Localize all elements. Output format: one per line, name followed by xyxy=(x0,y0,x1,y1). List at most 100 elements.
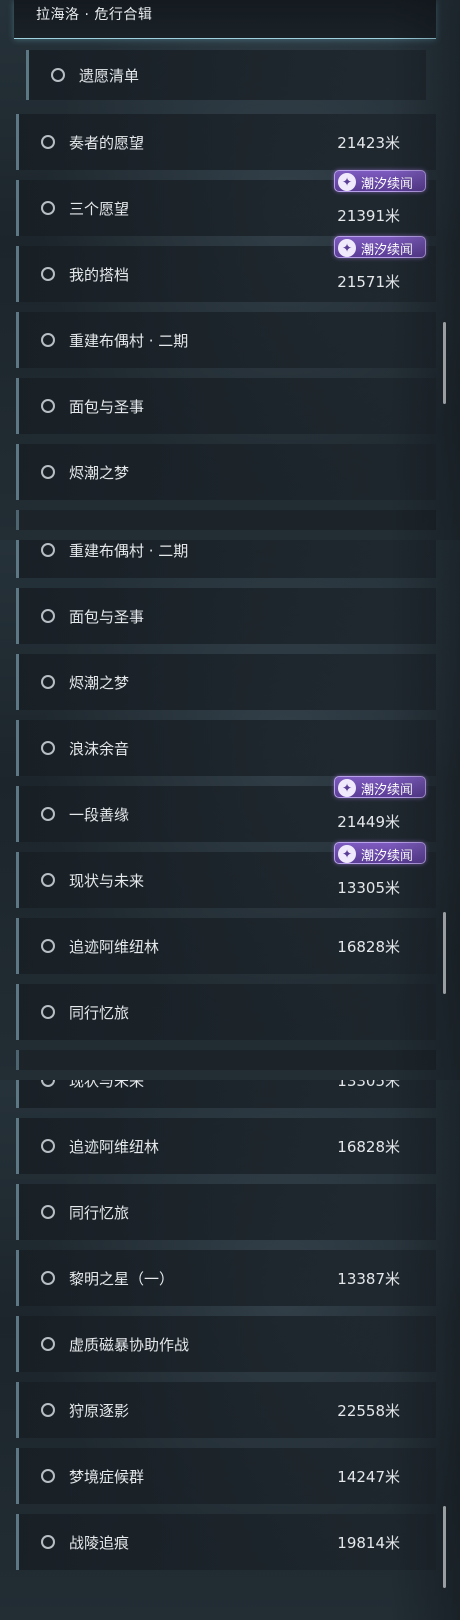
quest-item[interactable]: 重建布偶村 · 二期 xyxy=(16,312,436,368)
status-circle-icon xyxy=(41,609,55,623)
quest-name: 烬潮之梦 xyxy=(69,674,130,692)
tidal-tale-badge: ✦ 潮汐续闻 xyxy=(334,776,426,798)
tidal-tale-badge: ✦ 潮汐续闻 xyxy=(334,842,426,864)
quest-name: 三个愿望 xyxy=(69,200,130,218)
quest-distance: 19814米 xyxy=(337,1534,400,1552)
quest-name: 追迹阿维纽林 xyxy=(69,938,160,956)
quest-name: 一段善缘 xyxy=(69,806,130,824)
badge-label: 潮汐续闻 xyxy=(361,783,414,798)
quest-list-panel-3: 现状与未来 13305米 追迹阿维纽林 16828米 同行忆旅 黎明之星（一） … xyxy=(0,1080,460,1620)
quest-name: 奏者的愿望 xyxy=(69,134,145,152)
status-circle-icon xyxy=(41,465,55,479)
quest-item[interactable]: 黎明之星（一） 13387米 xyxy=(16,1250,436,1306)
sparkle-icon: ✦ xyxy=(338,239,356,257)
quest-name: 烬潮之梦 xyxy=(69,464,130,482)
status-circle-icon xyxy=(41,873,55,887)
badge-label: 潮汐续闻 xyxy=(361,177,414,192)
badge-label: 潮汐续闻 xyxy=(361,243,414,258)
quest-item[interactable]: 梦境症候群 14247米 xyxy=(16,1448,436,1504)
quest-item[interactable]: 奏者的愿望 21423米 xyxy=(16,114,436,170)
status-circle-icon xyxy=(41,675,55,689)
status-circle-icon xyxy=(51,68,65,82)
badge-label: 潮汐续闻 xyxy=(361,849,414,864)
quest-item[interactable]: 战陵追痕 19814米 xyxy=(16,1514,436,1570)
quest-item[interactable]: 追迹阿维纽林 16828米 xyxy=(16,1118,436,1174)
quest-list-panel-2: 重建布偶村 · 二期 面包与圣事 烬潮之梦 浪沫余音 一段善缘 21449米 ✦… xyxy=(0,540,460,1080)
quest-name: 面包与圣事 xyxy=(69,608,145,626)
quest-distance: 13305米 xyxy=(337,1080,400,1090)
sparkle-icon: ✦ xyxy=(338,779,356,797)
quest-item-partial[interactable] xyxy=(16,510,436,530)
status-circle-icon xyxy=(41,807,55,821)
status-circle-icon xyxy=(41,741,55,755)
quest-distance: 21391米 xyxy=(337,207,400,225)
quest-name: 现状与未来 xyxy=(69,872,145,890)
quest-list-panel-1: 拉海洛 · 危行合辑 遗愿清单 奏者的愿望 21423米 三个愿望 21391米… xyxy=(0,0,460,540)
region-title: 拉海洛 · 危行合辑 xyxy=(36,7,153,23)
quest-name: 浪沫余音 xyxy=(69,740,130,758)
quest-distance: 13305米 xyxy=(337,879,400,897)
quest-name: 狩原逐影 xyxy=(69,1402,130,1420)
quest-distance: 22558米 xyxy=(337,1402,400,1420)
quest-distance: 16828米 xyxy=(337,938,400,956)
quest-distance: 21571米 xyxy=(337,273,400,291)
quest-name: 面包与圣事 xyxy=(69,398,145,416)
region-header[interactable]: 拉海洛 · 危行合辑 xyxy=(14,0,436,39)
quest-name: 现状与未来 xyxy=(69,1080,145,1090)
status-circle-icon xyxy=(41,1080,55,1087)
status-circle-icon xyxy=(41,333,55,347)
status-circle-icon xyxy=(41,201,55,215)
quest-item[interactable]: 面包与圣事 xyxy=(16,588,436,644)
quest-group-item[interactable]: 遗愿清单 xyxy=(26,50,426,100)
quest-item[interactable]: 同行忆旅 xyxy=(16,984,436,1040)
quest-item[interactable]: 同行忆旅 xyxy=(16,1184,436,1240)
scrollbar-thumb[interactable] xyxy=(443,322,446,404)
quest-name: 我的搭档 xyxy=(69,266,130,284)
status-circle-icon xyxy=(41,399,55,413)
quest-name: 同行忆旅 xyxy=(69,1004,130,1022)
scrollbar-thumb[interactable] xyxy=(443,1506,446,1588)
quest-name: 遗愿清单 xyxy=(79,67,140,85)
quest-item[interactable]: 狩原逐影 22558米 xyxy=(16,1382,436,1438)
status-circle-icon xyxy=(41,543,55,557)
quest-item-partial[interactable] xyxy=(16,1050,436,1070)
status-circle-icon xyxy=(41,1005,55,1019)
quest-distance: 14247米 xyxy=(337,1468,400,1486)
status-circle-icon xyxy=(41,1205,55,1219)
quest-item[interactable]: 现状与未来 13305米 xyxy=(16,1080,436,1108)
quest-distance: 21449米 xyxy=(337,813,400,831)
quest-name: 重建布偶村 · 二期 xyxy=(69,332,189,350)
tidal-tale-badge: ✦ 潮汐续闻 xyxy=(334,236,426,258)
quest-item[interactable]: 一段善缘 21449米 ✦ 潮汐续闻 xyxy=(16,776,436,842)
quest-item[interactable]: 重建布偶村 · 二期 xyxy=(16,540,436,578)
status-circle-icon xyxy=(41,1403,55,1417)
sparkle-icon: ✦ xyxy=(338,173,356,191)
quest-item[interactable]: 虚质磁暴协助作战 xyxy=(16,1316,436,1372)
quest-item[interactable]: 烬潮之梦 xyxy=(16,444,436,500)
quest-name: 战陵追痕 xyxy=(69,1534,130,1552)
status-circle-icon xyxy=(41,1469,55,1483)
quest-item[interactable]: 浪沫余音 xyxy=(16,720,436,776)
quest-item[interactable]: 追迹阿维纽林 16828米 xyxy=(16,918,436,974)
quest-item[interactable]: 现状与未来 13305米 ✦ 潮汐续闻 xyxy=(16,842,436,908)
scrollbar-thumb[interactable] xyxy=(443,912,446,994)
quest-item[interactable]: 我的搭档 21571米 ✦ 潮汐续闻 xyxy=(16,236,436,302)
status-circle-icon xyxy=(41,939,55,953)
quest-name: 同行忆旅 xyxy=(69,1204,130,1222)
status-circle-icon xyxy=(41,1139,55,1153)
tidal-tale-badge: ✦ 潮汐续闻 xyxy=(334,170,426,192)
status-circle-icon xyxy=(41,1535,55,1549)
status-circle-icon xyxy=(41,267,55,281)
quest-item[interactable]: 烬潮之梦 xyxy=(16,654,436,710)
quest-distance: 13387米 xyxy=(337,1270,400,1288)
quest-name: 黎明之星（一） xyxy=(69,1270,175,1288)
status-circle-icon xyxy=(41,135,55,149)
sparkle-icon: ✦ xyxy=(338,845,356,863)
quest-item[interactable]: 三个愿望 21391米 ✦ 潮汐续闻 xyxy=(16,170,436,236)
quest-item[interactable]: 面包与圣事 xyxy=(16,378,436,434)
quest-name: 梦境症候群 xyxy=(69,1468,145,1486)
quest-name: 重建布偶村 · 二期 xyxy=(69,542,189,560)
status-circle-icon xyxy=(41,1271,55,1285)
quest-distance: 21423米 xyxy=(337,134,400,152)
quest-name: 追迹阿维纽林 xyxy=(69,1138,160,1156)
